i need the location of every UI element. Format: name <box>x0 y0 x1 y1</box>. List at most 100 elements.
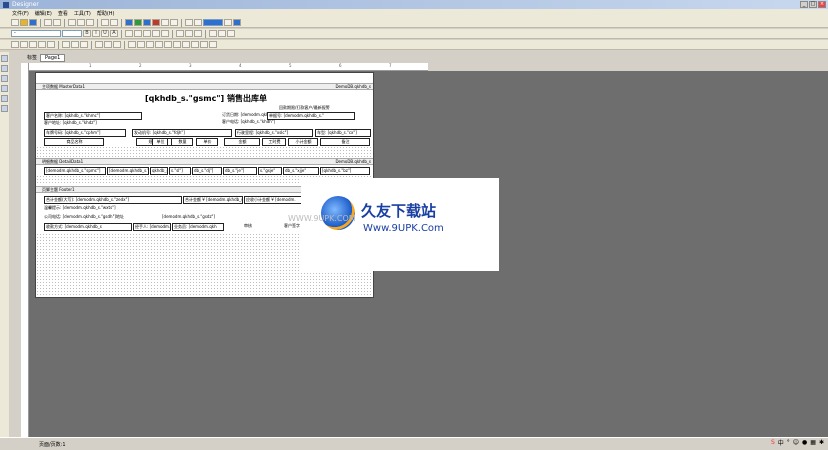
maximize-icon[interactable]: □ <box>809 1 817 8</box>
pointer-icon[interactable] <box>1 55 8 62</box>
menu-edit[interactable]: 编辑(E) <box>35 10 52 17</box>
chart-icon[interactable] <box>152 19 160 26</box>
font-icon[interactable] <box>218 30 226 37</box>
size-icon[interactable] <box>164 41 172 48</box>
detail-field[interactable]: s."gsje" <box>258 167 282 175</box>
menu-tools[interactable]: 工具(T) <box>74 10 91 17</box>
customer-name-field[interactable]: 客户名称: [qkhdb_s."khmc"] <box>44 112 142 120</box>
tray-icon[interactable]: ☺ <box>793 439 799 446</box>
text-color-icon[interactable] <box>104 41 112 48</box>
align-tool-icon[interactable] <box>20 41 28 48</box>
detail-field[interactable]: db_s."je"] <box>223 167 257 175</box>
customer-addr-field[interactable]: 客户地址: [qkhdb_s."khdz"] <box>44 120 142 126</box>
size-icon[interactable] <box>209 41 217 48</box>
detail-band[interactable]: 明细数据 DetailData1 DemoDB.qkhdb_s <box>36 158 373 165</box>
line-object-icon[interactable] <box>1 105 8 112</box>
text-icon[interactable] <box>170 19 178 26</box>
fill-icon[interactable] <box>194 30 202 37</box>
keyboard-icon[interactable]: ▦ <box>810 439 816 446</box>
align-tool-icon[interactable] <box>47 41 55 48</box>
plate-no-field[interactable]: 车牌号码: [qkhdb_s."cphm"] <box>44 129 126 137</box>
align-left-icon[interactable] <box>134 30 142 37</box>
align-tool-icon[interactable] <box>38 41 46 48</box>
copy-icon[interactable] <box>77 19 85 26</box>
tab-page1[interactable]: Page1 <box>40 53 66 62</box>
total-field[interactable]: 合计金额 ¥ [demodm.qkhdb_s. <box>183 196 243 204</box>
zoom-icon[interactable] <box>194 19 202 26</box>
col-header[interactable]: 工时费 <box>262 138 286 146</box>
detail-field[interactable]: qkhdb_s."d <box>150 167 168 175</box>
grid-icon[interactable] <box>185 19 193 26</box>
cut-icon[interactable] <box>68 19 76 26</box>
redo-icon[interactable] <box>110 19 118 26</box>
size-icon[interactable] <box>191 41 199 48</box>
ime-icon[interactable]: S <box>771 439 775 446</box>
order-date-field[interactable]: 订货日期: [demodm.qkhdb_ <box>222 112 268 118</box>
detail-field[interactable]: [demodm.qkhdb_s."ggxh <box>107 167 149 175</box>
detail-field[interactable]: [demodm.qkhdb_s."spmc"] <box>44 167 106 175</box>
sales-field[interactable]: 业务员: [demodm.qkh <box>172 223 224 231</box>
settings-icon[interactable]: ✱ <box>819 439 824 446</box>
col-header[interactable]: 商品名称 <box>44 138 104 146</box>
italic-icon[interactable]: I <box>92 30 100 37</box>
frame-icon[interactable] <box>185 30 193 37</box>
text-object-icon[interactable] <box>1 65 8 72</box>
detail-field[interactable]: s."sl"] <box>169 167 191 175</box>
size-icon[interactable] <box>128 41 136 48</box>
size-icon[interactable] <box>173 41 181 48</box>
band-object-icon[interactable] <box>1 75 8 82</box>
model-field[interactable]: 车型: [qkhdb_s."cx"] <box>315 129 371 137</box>
frame-color-icon[interactable] <box>113 41 121 48</box>
close-icon[interactable]: × <box>818 1 826 8</box>
align-right-icon[interactable] <box>152 30 160 37</box>
total-caps-field[interactable]: 合计金额(大写): [demodm.qkhdb_s."zedx"] <box>44 196 182 204</box>
menu-help[interactable]: 帮助(H) <box>97 10 115 17</box>
size-icon[interactable] <box>137 41 145 48</box>
align-tool-icon[interactable] <box>29 41 37 48</box>
band-icon[interactable] <box>125 19 133 26</box>
print-icon[interactable] <box>44 19 52 26</box>
detail-field[interactable]: [qkhdb_s."bz"] <box>320 167 370 175</box>
border-icon[interactable] <box>176 30 184 37</box>
font-color-icon[interactable]: A <box>110 30 118 37</box>
data-icon[interactable] <box>134 19 142 26</box>
minimize-icon[interactable]: _ <box>800 1 808 8</box>
font-size-combo[interactable] <box>62 30 82 37</box>
size-icon[interactable] <box>146 41 154 48</box>
align-tool-icon[interactable] <box>11 41 19 48</box>
line-icon[interactable] <box>125 30 133 37</box>
underline-icon[interactable]: U <box>101 30 109 37</box>
font-name-combo[interactable]: - <box>11 30 61 37</box>
handler-field[interactable]: 经手人: [demodm.qkh <box>133 223 171 231</box>
col-header[interactable]: 数量 <box>171 138 193 146</box>
payment-field[interactable]: 收款方式: [demodm.qkhdb_s <box>44 223 132 231</box>
fill-color-icon[interactable] <box>95 41 103 48</box>
new-icon[interactable] <box>11 19 19 26</box>
preview-icon[interactable] <box>53 19 61 26</box>
engine-no-field[interactable]: 发动机号: [qkhdb_s."fdjh"] <box>132 129 232 137</box>
zoom-combo[interactable] <box>203 19 223 26</box>
subreport-object-icon[interactable] <box>1 95 8 102</box>
picture-object-icon[interactable] <box>1 85 8 92</box>
bold-icon[interactable]: B <box>83 30 91 37</box>
col-header[interactable]: 金额 <box>224 138 260 146</box>
customer-phone-field[interactable]: 客户电话: [qkhdb_s."khdh"] <box>222 119 302 125</box>
picture-icon[interactable] <box>227 30 235 37</box>
menu-view[interactable]: 查看 <box>58 10 68 17</box>
image-icon[interactable] <box>161 19 169 26</box>
undo-icon[interactable] <box>101 19 109 26</box>
size-icon[interactable] <box>155 41 163 48</box>
report-title[interactable]: [qkhdb_s."gsmc"] 销售出库单 <box>126 93 286 104</box>
frame-line-icon[interactable] <box>62 41 70 48</box>
frame-width-icon[interactable] <box>80 41 88 48</box>
tray-icon[interactable]: 中 <box>778 438 784 447</box>
tray-icon[interactable]: ° <box>787 439 790 446</box>
align-center-icon[interactable] <box>143 30 151 37</box>
col-header[interactable]: 单位 <box>152 138 168 146</box>
company-addr-field[interactable]: [demodm.qkhdb_s."gsdz"] <box>162 214 262 220</box>
run-icon[interactable] <box>233 19 241 26</box>
menu-file[interactable]: 文件(F) <box>12 10 29 17</box>
save-icon[interactable] <box>29 19 37 26</box>
col-header[interactable]: 小计金额 <box>288 138 318 146</box>
mic-icon[interactable]: ● <box>802 439 807 446</box>
